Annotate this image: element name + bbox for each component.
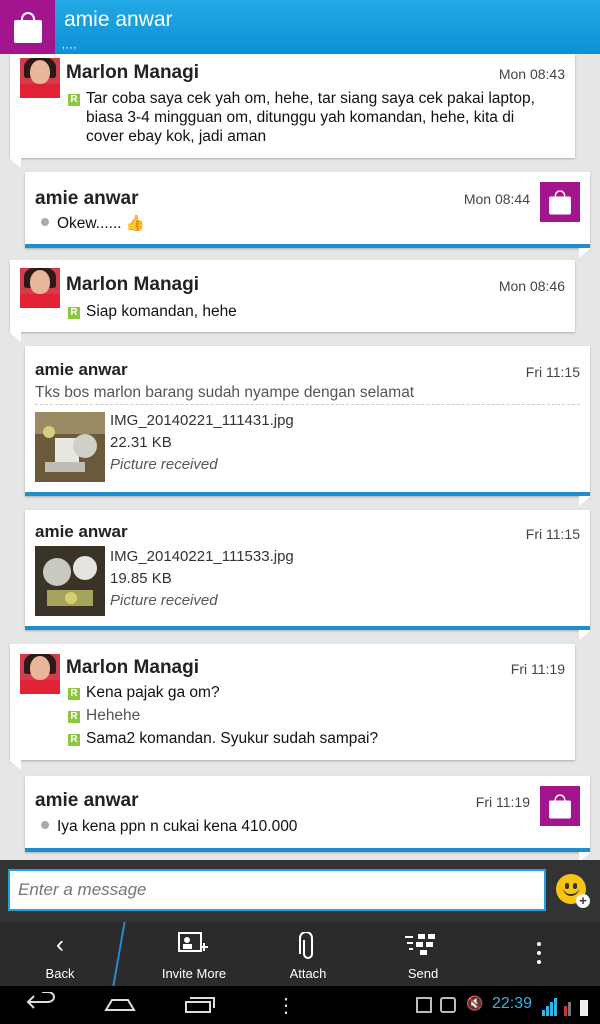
chat-header: amie anwar ,,,, (0, 0, 600, 54)
message-input[interactable] (8, 869, 546, 911)
message-incoming[interactable]: Marlon Managi Mon 08:46 R Siap komandan, … (9, 260, 575, 342)
avatar[interactable] (20, 58, 60, 98)
message-list[interactable]: Marlon Managi Mon 08:43 R Tar coba saya c… (0, 54, 600, 860)
home-nav-icon[interactable] (104, 992, 136, 1019)
add-contact-icon (178, 932, 210, 964)
contact-name[interactable]: amie anwar (64, 8, 173, 32)
smiley-icon[interactable]: + (556, 874, 590, 908)
signal-icon (542, 998, 592, 1021)
file-size: 22.31 KB (110, 434, 172, 451)
avatar[interactable] (20, 654, 60, 694)
message-line: Iya kena ppn n cukai kena 410.000 (35, 817, 297, 836)
clock: 22:39 (492, 995, 533, 1012)
divider (35, 404, 580, 405)
message-time: Fri 11:19 (475, 794, 530, 810)
camera-icon (440, 997, 456, 1013)
sender-name: Marlon Managi (66, 274, 200, 295)
send-button[interactable]: Send (363, 922, 483, 986)
read-receipt-icon: R (68, 94, 80, 106)
message-line: R Tar coba saya cek yah om, hehe, tar sia… (68, 89, 535, 108)
mute-icon: 🔇 (466, 995, 484, 1011)
message-line: Okew...... 👍 (35, 214, 145, 233)
chevron-left-icon: ‹ (56, 931, 64, 958)
plus-icon: + (576, 894, 590, 908)
image-thumbnail[interactable] (35, 412, 105, 482)
file-name: IMG_20140221_111533.jpg (110, 548, 294, 565)
sender-name: Marlon Managi (66, 657, 200, 678)
file-size: 19.85 KB (110, 570, 172, 587)
read-receipt-icon: R (68, 711, 80, 723)
system-nav-bar: ⋮ 🔇 22:39 (0, 986, 600, 1024)
avatar[interactable] (540, 182, 580, 222)
sender-name: Marlon Managi (66, 62, 200, 83)
contact-status: ,,,, (62, 40, 78, 51)
message-line: R Sama2 komandan. Syukur sudah sampai? (68, 729, 378, 748)
message-incoming[interactable]: Marlon Managi Fri 11:19 R Kena pajak ga o… (9, 644, 575, 770)
message-outgoing[interactable]: amie anwar Fri 11:19 Iya kena ppn n cuka… (25, 776, 591, 860)
delivered-icon (41, 218, 49, 226)
back-nav-icon[interactable] (26, 991, 56, 1019)
message-caption: Tks bos marlon barang sudah nyampe denga… (35, 384, 415, 401)
message-line: R Hehehe (68, 706, 140, 725)
message-time: Mon 08:43 (498, 66, 565, 82)
shopping-bag-icon (548, 793, 573, 820)
message-time: Fri 11:19 (510, 661, 565, 677)
message-time: Mon 08:46 (498, 278, 565, 294)
invite-more-button[interactable]: Invite More (134, 922, 254, 986)
message-outgoing[interactable]: amie anwar Fri 11:15 IMG_20140221_111533… (25, 510, 591, 640)
paperclip-icon (299, 931, 317, 968)
delivered-icon (41, 821, 49, 829)
message-time: Fri 11:15 (525, 364, 580, 380)
menu-nav-icon[interactable]: ⋮ (276, 994, 296, 1018)
sender-name: amie anwar (35, 522, 128, 541)
message-time: Mon 08:44 (463, 191, 530, 207)
avatar[interactable] (20, 268, 60, 308)
contact-avatar[interactable] (0, 0, 55, 54)
bbm-send-icon (405, 932, 441, 964)
file-name: IMG_20140221_111431.jpg (110, 412, 294, 429)
sender-name: amie anwar (35, 360, 128, 379)
shopping-bag-icon (12, 10, 44, 44)
sender-name: amie anwar (35, 188, 139, 209)
message-outgoing[interactable]: amie anwar Fri 11:15 Tks bos marlon bara… (25, 346, 591, 506)
overflow-menu-icon[interactable] (534, 942, 544, 966)
back-button[interactable]: ‹ Back (0, 922, 120, 986)
composer: + (0, 860, 600, 922)
message-line: R Siap komandan, hehe (68, 302, 237, 321)
gallery-icon (416, 997, 432, 1013)
action-bar: ‹ Back Invite More Attach Send (0, 922, 600, 986)
avatar[interactable] (540, 786, 580, 826)
message-line: biasa 3-4 mingguan om, ditunggu yah koma… (86, 109, 515, 126)
shopping-bag-icon (548, 189, 573, 216)
file-status: Picture received (110, 456, 218, 473)
sender-name: amie anwar (35, 790, 139, 811)
message-incoming[interactable]: Marlon Managi Mon 08:43 R Tar coba saya c… (9, 54, 575, 168)
message-time: Fri 11:15 (525, 526, 580, 542)
read-receipt-icon: R (68, 307, 80, 319)
file-info: IMG_20140221_111431.jpg 22.31 KB Picture… (110, 410, 294, 476)
recents-nav-icon[interactable] (184, 992, 216, 1019)
image-thumbnail[interactable] (35, 546, 105, 616)
attach-button[interactable]: Attach (248, 922, 368, 986)
read-receipt-icon: R (68, 688, 80, 700)
file-info: IMG_20140221_111533.jpg 19.85 KB Picture… (110, 546, 294, 612)
read-receipt-icon: R (68, 734, 80, 746)
message-line: cover ebay kok, jadi aman (86, 128, 267, 145)
message-line: R Kena pajak ga om? (68, 683, 220, 702)
message-outgoing[interactable]: amie anwar Mon 08:44 Okew...... 👍 (25, 172, 591, 258)
file-status: Picture received (110, 592, 218, 609)
